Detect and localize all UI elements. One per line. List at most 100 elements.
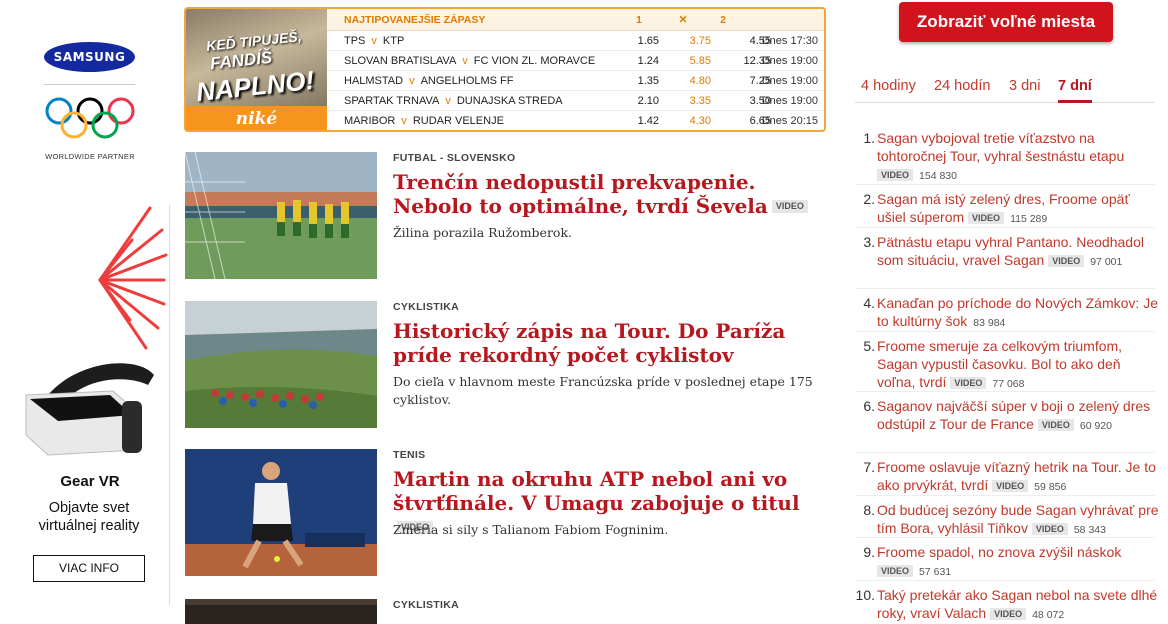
rank-number: 2. [863,191,875,207]
odds-table-header: NAJTIPOVANEJŠIE ZÁPASY 1 ✕ 2 [327,9,824,31]
rank-separator [855,331,1155,332]
samsung-logo[interactable]: SAMSUNG [44,42,135,72]
article-category: CYKLISTIKA [393,301,459,313]
most-read-item[interactable]: 1. Sagan vybojoval tretie víťazstvo na to… [855,129,1155,182]
odds-draw[interactable]: 3.35 [663,91,711,111]
article-title-text[interactable]: Martin na okruhu ATP nebol ani vo štvrťf… [393,467,800,515]
rank-title[interactable]: Froome oslavuje víťazný hetrik na Tour. … [877,458,1159,496]
tab-3-days[interactable]: 3 dni [1009,78,1040,103]
article-thumbnail-football[interactable] [185,152,377,279]
rank-title[interactable]: Sagan vybojoval tretie víťazstvo na toht… [877,129,1159,185]
rank-title[interactable]: Froome smeruje za celkovým triumfom, Sag… [877,337,1159,393]
odds-row[interactable]: SLOVAN BRATISLAVA v FC VION ZL. MORAVCE 1.2… [327,51,824,71]
odds-home[interactable]: 1.42 [607,111,659,130]
odds-home[interactable]: 1.24 [607,51,659,71]
odds-home[interactable]: 1.65 [607,31,659,51]
odds-draw[interactable]: 4.30 [663,111,711,130]
article-category: FUTBAL - SLOVENSKO [393,152,516,164]
ad-subtitle-line1: Objavte svet [48,500,130,516]
odds-draw[interactable]: 4.80 [663,71,711,91]
match-teams[interactable]: HALMSTAD v ANGELHOLMS FF [344,71,514,91]
rank-title[interactable]: Kanaďan po príchode do Nových Zámkov: Je… [877,294,1159,332]
article-thumbnail-cycling-2[interactable] [185,599,377,624]
match-teams[interactable]: SLOVAN BRATISLAVA v FC VION ZL. MORAVCE [344,51,595,71]
video-badge: VIDEO [877,169,914,181]
article-title-text[interactable]: Historický zápis na Tour. Do Paríža príd… [393,319,785,367]
odds-header-draw: ✕ [678,14,688,26]
odds-header-away: 2 [720,14,726,26]
video-badge: VIDEO [968,212,1005,224]
tab-4-hours[interactable]: 4 hodiny [861,78,916,103]
odds-home[interactable]: 1.35 [607,71,659,91]
rank-title-text[interactable]: Od budúcej sezóny bude Sagan vyhrávať pr… [877,502,1159,536]
versus-label: v [462,55,468,67]
match-teams[interactable]: SPARTAK TRNAVA v DUNAJSKA STREDA [344,91,563,111]
article-thumbnail-cycling[interactable] [185,301,377,428]
nike-promo-image[interactable]: KEĎ TIPUJEŠ, FANDÍŠ NAPLNO! niké [186,9,327,130]
odds-row[interactable]: MARIBOR v RUDAR VELENJE 1.42 4.30 6.65 Dnes 20… [327,111,824,130]
video-badge: VIDEO [1037,419,1074,431]
rank-separator [855,227,1155,228]
odds-draw[interactable]: 3.75 [663,31,711,51]
article-perex: Zmeria si sily s Talianom Fabiom Fognini… [393,522,669,537]
most-read-item[interactable]: 5. Froome smeruje za celkovým triumfom, S… [855,337,1155,390]
most-read-item[interactable]: 10. Taký pretekár ako Sagan nebol na svet… [855,586,1158,624]
article-perex: Žilina porazila Ružomberok. [393,225,572,240]
tab-7-days[interactable]: 7 dní [1058,78,1092,103]
article-thumbnail-tennis[interactable] [185,449,377,576]
match-teams[interactable]: MARIBOR v RUDAR VELENJE [344,111,504,130]
rank-separator [855,288,1155,289]
most-read-item[interactable]: 3. Pätnástu etapu vyhral Pantano. Neodhad… [855,233,1155,277]
ad-divider [44,84,135,85]
rank-title[interactable]: Saganov najväčší súper v boji o zelený d… [877,397,1159,435]
home-team: MARIBOR [344,115,396,127]
match-time: Dnes 19:00 [761,75,818,87]
ad-product-name: Gear VR [60,473,120,490]
odds-row[interactable]: TPS v KTP 1.65 3.75 4.55 Dnes 17:30 [327,31,824,51]
article-title[interactable]: Historický zápis na Tour. Do Paríža príd… [393,319,823,367]
rank-title[interactable]: Froome spadol, no znova zvýšil náskok VI… [877,543,1159,581]
odds-row[interactable]: SPARTAK TRNAVA v DUNAJSKA STREDA 2.10 3.35 3.… [327,91,824,111]
worldwide-partner-label: WORLDWIDE PARTNER [45,152,135,161]
away-team: RUDAR VELENJE [412,115,504,127]
rank-title[interactable]: Taký pretekár ako Sagan nebol na svete d… [877,586,1159,624]
video-badge: VIDEO [771,200,808,213]
video-badge: VIDEO [1031,523,1068,535]
video-badge: VIDEO [1048,255,1085,267]
tab-24-hours[interactable]: 24 hodín [934,78,990,103]
rank-title-text[interactable]: Froome spadol, no znova zvýšil náskok [877,544,1121,560]
video-badge: VIDEO [950,377,987,389]
view-count: 58 343 [1073,524,1106,536]
odds-draw[interactable]: 5.85 [663,51,711,71]
odds-home[interactable]: 2.10 [607,91,659,111]
video-badge: VIDEO [877,565,914,577]
match-time: Dnes 19:00 [761,95,818,107]
view-count: 83 984 [973,317,1006,329]
match-teams[interactable]: TPS v KTP [344,31,404,51]
show-free-jobs-button[interactable]: Zobraziť voľné miesta [899,2,1113,42]
view-count: 60 920 [1079,420,1112,432]
rank-separator [855,184,1155,185]
rank-title[interactable]: Pätnástu etapu vyhral Pantano. Neodhadol… [877,233,1159,271]
odds-row[interactable]: HALMSTAD v ANGELHOLMS FF 1.35 4.80 7.25 Dnes 1… [327,71,824,91]
nike-logo: niké [186,106,327,130]
olympic-rings-icon [45,97,135,139]
home-team: SPARTAK TRNAVA [344,95,440,107]
viac-info-button[interactable]: VIAC INFO [33,555,145,582]
rank-number: 4. [863,295,875,311]
article-title-text[interactable]: Trenčín nedopustil prekvapenie. Nebolo t… [393,170,768,218]
rank-separator [855,537,1155,538]
burst-graphic-icon [98,206,168,350]
versus-label: v [371,35,377,47]
rank-title[interactable]: Od budúcej sezóny bude Sagan vyhrávať pr… [877,501,1159,539]
rank-number: 8. [863,502,875,518]
rank-title[interactable]: Sagan má istý zelený dres, Froome opäť u… [877,190,1159,228]
most-read-item[interactable]: 8. Od budúcej sezóny bude Sagan vyhrávať … [855,501,1158,545]
rank-title-text[interactable]: Sagan vybojoval tretie víťazstvo na toht… [877,130,1124,164]
article-category: TENIS [393,449,426,461]
home-team: SLOVAN BRATISLAVA [344,55,457,67]
rank-title-text[interactable]: Kanaďan po príchode do Nových Zámkov: Je… [877,295,1158,329]
rank-separator [855,495,1155,496]
most-read-item[interactable]: 6. Saganov najväčší súper v boji o zelený… [855,397,1155,441]
article-title[interactable]: Trenčín nedopustil prekvapenie. Nebolo t… [393,170,823,218]
